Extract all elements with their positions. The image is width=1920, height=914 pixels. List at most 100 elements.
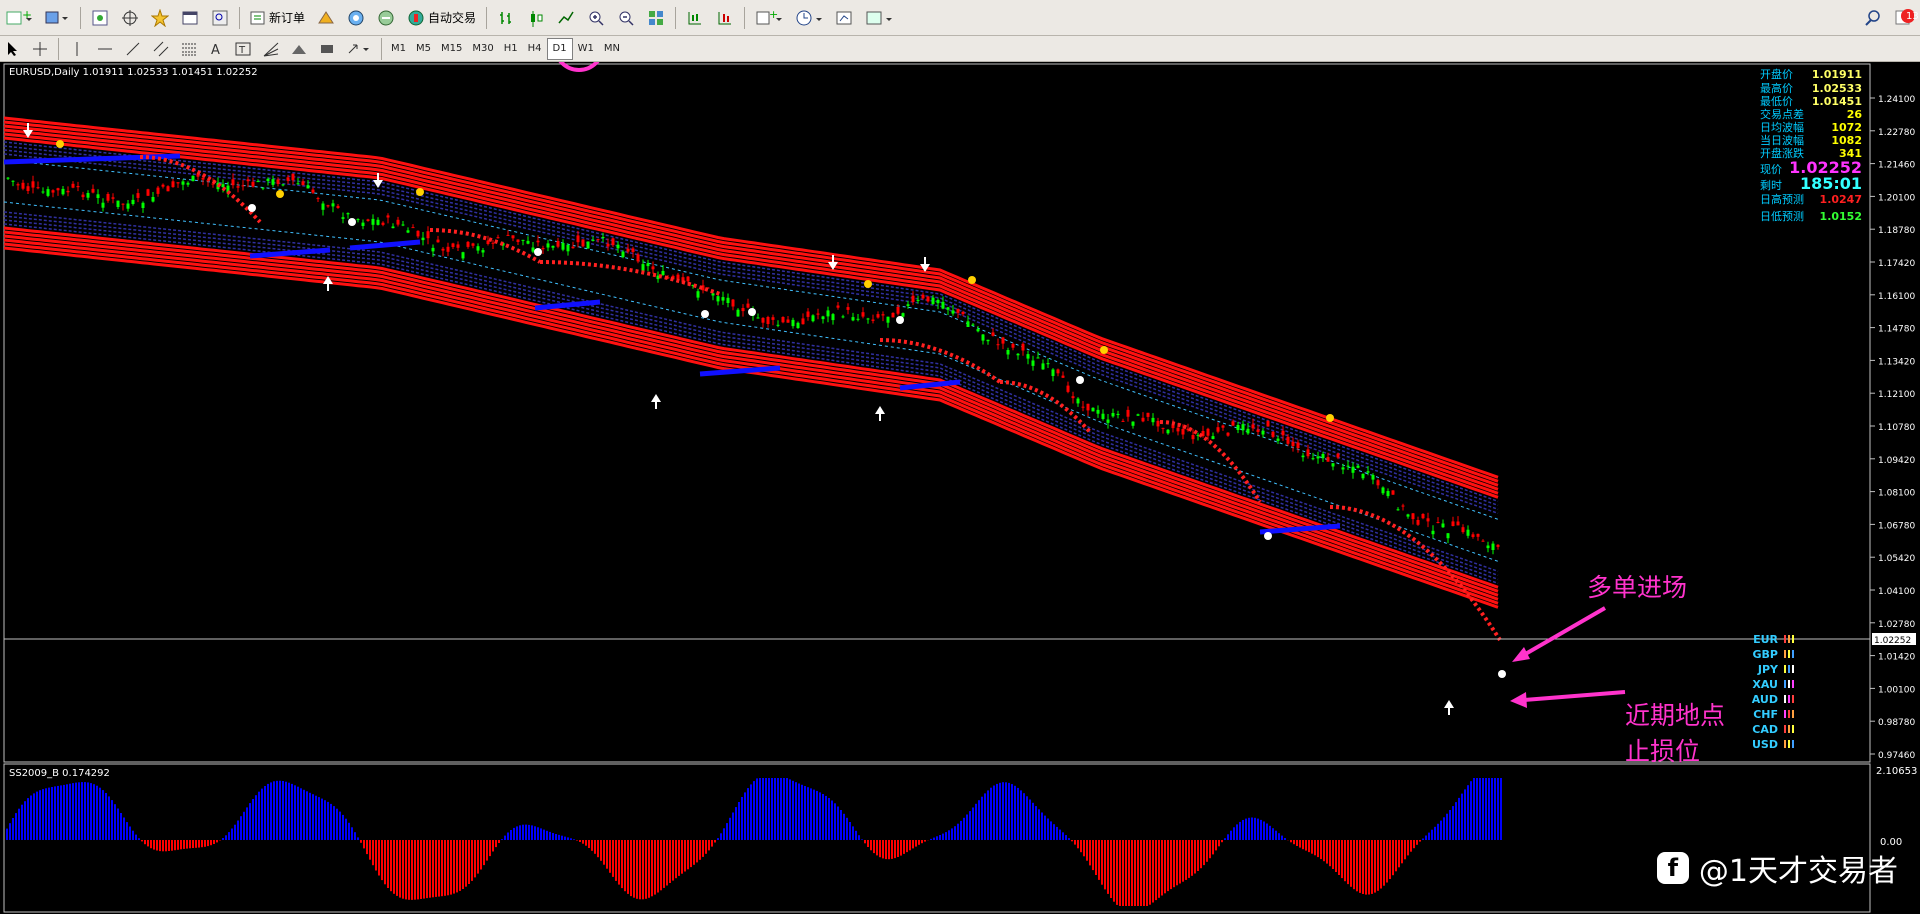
data-window-icon[interactable] <box>117 6 143 30</box>
histogram-bar-positive <box>1257 818 1259 840</box>
timeframe-h4[interactable]: H4 <box>523 39 547 59</box>
rectangle-icon[interactable] <box>315 37 339 61</box>
candlestick-icon[interactable] <box>523 6 549 30</box>
candle-body <box>806 311 810 317</box>
strategy-tester-icon[interactable] <box>207 6 233 30</box>
histogram-bar-positive <box>234 824 236 840</box>
candle-body <box>946 307 950 310</box>
candle-body <box>941 301 945 309</box>
histogram-bar-negative <box>390 840 392 892</box>
price-axis-label: 1.14780 <box>1878 325 1915 335</box>
text-icon[interactable]: A <box>205 37 227 61</box>
histogram-bar-negative <box>615 840 617 881</box>
terminal-icon[interactable] <box>177 6 203 30</box>
metaeditor-icon[interactable] <box>313 6 339 30</box>
new-order-button[interactable]: 新订单 <box>246 6 309 30</box>
candle-body <box>1381 487 1385 494</box>
histogram-bar-positive <box>276 780 278 840</box>
templates-icon[interactable] <box>831 6 857 30</box>
candle-body <box>821 316 825 320</box>
arrows-dropdown-icon[interactable] <box>343 37 375 61</box>
fibo-fan-icon[interactable] <box>259 37 283 61</box>
timeframe-m15[interactable]: M15 <box>436 39 467 59</box>
notifications-button[interactable]: 13 <box>1890 6 1919 30</box>
signals-icon[interactable] <box>373 6 399 30</box>
histogram-bar-positive <box>243 811 245 840</box>
tile-windows-icon[interactable] <box>643 6 669 30</box>
currency-strength-bar <box>1788 725 1790 733</box>
histogram-bar-positive <box>1458 797 1460 840</box>
cursor-icon[interactable] <box>2 37 24 61</box>
chart-shift-icon[interactable] <box>682 6 708 30</box>
timeframe-m30[interactable]: M30 <box>467 39 498 59</box>
chart-canvas[interactable]: 1.24100 1.22780 1.21460 1.20100 1.18780 1.174… <box>0 62 1920 914</box>
histogram-bar-positive <box>1446 813 1448 840</box>
histogram-bar-positive <box>96 785 98 840</box>
candle-body <box>1031 360 1035 366</box>
timeframe-w1[interactable]: W1 <box>573 39 599 59</box>
histogram-bar-negative <box>618 840 620 885</box>
profiles-button[interactable] <box>40 6 74 30</box>
timeframe-m1[interactable]: M1 <box>386 39 411 59</box>
histogram-bar-positive <box>48 787 50 840</box>
properties-button[interactable] <box>861 6 897 30</box>
candle-body <box>1126 409 1130 417</box>
price-axis-label: 1.04100 <box>1878 587 1915 597</box>
experts-icon[interactable] <box>343 6 369 30</box>
price-axis-label: 1.22780 <box>1878 128 1915 138</box>
histogram-bar-positive <box>936 836 938 840</box>
periods-button[interactable] <box>791 6 827 30</box>
vertical-line-icon[interactable] <box>65 37 89 61</box>
line-chart-icon[interactable] <box>553 6 579 30</box>
search-icon[interactable] <box>1860 6 1886 30</box>
candle-body <box>526 240 530 244</box>
entry-annotation: 多单进场 <box>1587 573 1687 602</box>
chart-area[interactable]: 1.24100 1.22780 1.21460 1.20100 1.18780 1.174… <box>0 62 1920 914</box>
histogram-bar-negative <box>399 840 401 898</box>
currency-strength-bar <box>1788 710 1790 718</box>
histogram-bar-negative <box>1401 840 1403 864</box>
candle-body <box>1251 424 1255 429</box>
zoom-in-icon[interactable] <box>583 6 609 30</box>
text-label-icon[interactable]: T <box>231 37 255 61</box>
histogram-bar-positive <box>1278 833 1280 840</box>
candle-body <box>741 308 745 312</box>
candle-body <box>1081 406 1085 408</box>
new-chart-button[interactable]: + <box>2 6 36 30</box>
histogram-bar-negative <box>1119 840 1121 906</box>
histogram-bar-negative <box>1083 840 1085 857</box>
zoom-out-icon[interactable] <box>613 6 639 30</box>
candle-body <box>931 297 935 304</box>
triangle-icon[interactable] <box>287 37 311 61</box>
timeframe-d1[interactable]: D1 <box>546 37 573 60</box>
histogram-bar-positive <box>729 817 731 840</box>
timeframe-mn[interactable]: MN <box>599 39 625 59</box>
horizontal-line-icon[interactable] <box>93 37 117 61</box>
timeframe-h1[interactable]: H1 <box>499 39 523 59</box>
histogram-bar-positive <box>1479 778 1481 840</box>
histogram-bar-positive <box>123 817 125 840</box>
timeframe-m5[interactable]: M5 <box>411 39 436 59</box>
trendline-icon[interactable] <box>121 37 145 61</box>
indicators-button[interactable]: + <box>751 6 787 30</box>
fibonacci-icon[interactable] <box>177 37 201 61</box>
histogram-bar-negative <box>144 840 146 845</box>
bar-chart-icon[interactable] <box>493 6 519 30</box>
signal-dot-white <box>748 308 756 316</box>
candle-body <box>36 187 40 189</box>
crosshair-icon[interactable] <box>28 37 52 61</box>
navigator-icon[interactable] <box>147 6 173 30</box>
histogram-bar-positive <box>1038 809 1040 840</box>
channel-icon[interactable] <box>149 37 173 61</box>
market-watch-icon[interactable] <box>87 6 113 30</box>
histogram-bar-positive <box>993 785 995 840</box>
candle-body <box>406 230 410 233</box>
histogram-bar-negative <box>1329 840 1331 867</box>
candle-body <box>736 309 740 317</box>
auto-trading-button[interactable]: 自动交易 <box>403 6 480 30</box>
histogram-bar-negative <box>1209 840 1211 859</box>
histogram-bar-positive <box>774 778 776 840</box>
histogram-bar-positive <box>1053 824 1055 840</box>
histogram-bar-negative <box>1179 840 1181 884</box>
autoscroll-icon[interactable] <box>712 6 738 30</box>
